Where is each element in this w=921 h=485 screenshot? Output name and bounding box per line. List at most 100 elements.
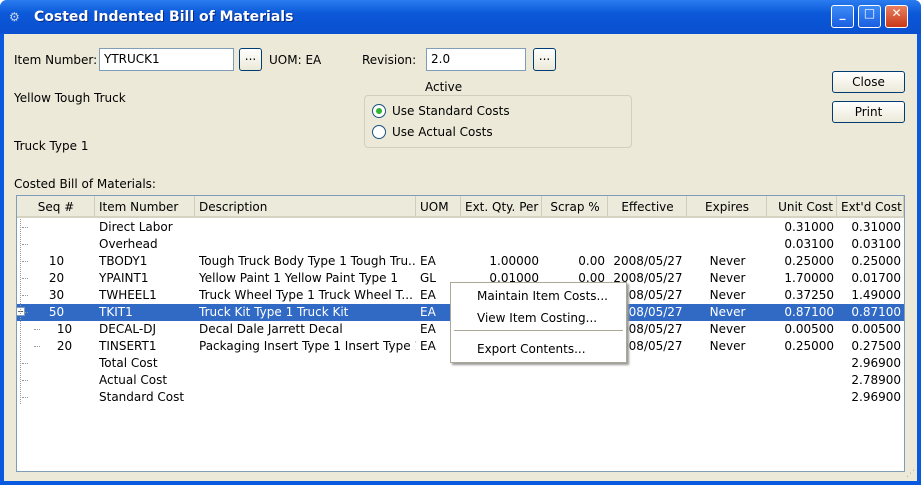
cell-unit-cost: 0.03100 <box>784 237 834 251</box>
tree-connector <box>22 227 28 228</box>
cell-extd-cost: 0.31000 <box>851 220 901 234</box>
cell-item-number: TKIT1 <box>99 305 133 319</box>
item-lookup-button[interactable]: ... <box>239 48 262 71</box>
cell-description: Truck Wheel Type 1 Truck Wheel T... <box>199 288 413 302</box>
resize-grip-icon[interactable]: ⋰ <box>906 469 915 479</box>
cell-expires: Never <box>709 254 746 268</box>
cell-scrap-pct: 0.00 <box>578 254 605 268</box>
cell-item-number: DECAL-DJ <box>99 322 156 336</box>
cell-extd-cost: 2.78900 <box>851 373 901 387</box>
revision-input[interactable]: 2.0 <box>426 48 526 71</box>
cell-extd-cost: 1.49000 <box>851 288 901 302</box>
uom-label: UOM: EA <box>269 53 322 67</box>
column-header-extd-cost[interactable]: Ext'd Cost <box>837 196 904 216</box>
column-header-description[interactable]: Description <box>195 196 416 216</box>
cell-extd-cost: 0.27500 <box>851 339 901 353</box>
item-number-label: Item Number: <box>14 53 98 67</box>
tree-connector <box>22 380 28 381</box>
item-number-input[interactable]: YTRUCK1 <box>99 48 234 71</box>
cell-expires: Never <box>709 322 746 336</box>
cell-expires: Never <box>709 288 746 302</box>
cell-extd-cost: 2.96900 <box>851 390 901 404</box>
column-header-effective[interactable]: Effective <box>608 196 687 216</box>
use-standard-costs-label[interactable]: Use Standard Costs <box>392 104 510 118</box>
list-header: Seq # Item Number Description UOM Ext. Qty. … <box>17 196 904 218</box>
context-menu: Maintain Item Costs... View Item Costing… <box>450 282 627 363</box>
cell-item-number: TWHEEL1 <box>99 288 157 302</box>
window-title: Costed Indented Bill of Materials <box>34 9 294 25</box>
cell-seq: 20 <box>56 339 73 353</box>
menu-item-view-item-costing[interactable]: View Item Costing... <box>477 311 597 325</box>
costed-bom-label: Costed Bill of Materials: <box>14 177 156 191</box>
cell-expires: Never <box>709 339 746 353</box>
item-description-1: Yellow Tough Truck <box>14 91 126 105</box>
active-label: Active <box>425 80 463 94</box>
cell-item-number: YPAINT1 <box>99 271 149 285</box>
cell-item-number: TINSERT1 <box>99 339 157 353</box>
column-header-scrap-pct[interactable]: Scrap % <box>542 196 608 216</box>
cell-extd-cost: 0.03100 <box>851 237 901 251</box>
cell-description: Packaging Insert Type 1 Insert Type 1 <box>199 339 416 353</box>
menu-separator <box>454 330 623 331</box>
print-button[interactable]: Print <box>832 101 905 123</box>
cell-description: Yellow Paint 1 Yellow Paint Type 1 <box>199 271 398 285</box>
cell-item-number: Overhead <box>99 237 158 251</box>
cell-unit-cost: 0.00500 <box>784 322 834 336</box>
use-actual-costs-label[interactable]: Use Actual Costs <box>392 125 493 139</box>
cell-expires: Never <box>709 271 746 285</box>
table-row[interactable]: Standard Cost 2.96900 <box>17 389 904 406</box>
title-bar[interactable]: ⚙ Costed Indented Bill of Materials _ □ … <box>0 0 921 34</box>
column-header-seq[interactable]: Seq # <box>17 196 95 216</box>
tree-connector <box>22 363 28 364</box>
cell-ext-qty-per: 1.00000 <box>489 254 539 268</box>
cell-unit-cost: 1.70000 <box>784 271 834 285</box>
column-header-unit-cost[interactable]: Unit Cost <box>767 196 837 216</box>
tree-connector <box>22 397 28 398</box>
column-header-ext-qty-per[interactable]: Ext. Qty. Per <box>461 196 542 216</box>
cell-description: Tough Truck Body Type 1 Tough Tru... <box>199 254 416 268</box>
table-row[interactable]: Direct Labor 0.31000 0.31000 <box>17 219 904 236</box>
cell-unit-cost: 0.87100 <box>784 305 834 319</box>
cell-item-number: Direct Labor <box>99 220 173 234</box>
cell-seq: 20 <box>48 271 65 285</box>
menu-item-export-contents[interactable]: Export Contents... <box>477 342 586 356</box>
dialog-body: Item Number: YTRUCK1 ... UOM: EA Revisio… <box>4 34 917 481</box>
table-row[interactable]: 10 TBODY1 Tough Truck Body Type 1 Tough Tr… <box>17 253 904 270</box>
cell-unit-cost: 0.25000 <box>784 254 834 268</box>
cell-description: Truck Kit Type 1 Truck Kit <box>199 305 349 319</box>
column-header-expires[interactable]: Expires <box>687 196 767 216</box>
use-actual-costs-radio[interactable] <box>372 125 386 139</box>
table-row[interactable]: Actual Cost 2.78900 <box>17 372 904 389</box>
close-button[interactable]: Close <box>832 71 905 93</box>
cell-unit-cost: 0.37250 <box>784 288 834 302</box>
cell-item-number: TBODY1 <box>99 254 148 268</box>
minimize-button[interactable]: _ <box>831 5 854 28</box>
cell-unit-cost: 0.25000 <box>784 339 834 353</box>
cell-item-number: Standard Cost <box>99 390 185 404</box>
cell-seq: 30 <box>48 288 65 302</box>
cell-description: Decal Dale Jarrett Decal <box>199 322 343 336</box>
use-standard-costs-radio[interactable] <box>372 104 386 118</box>
revision-label: Revision: <box>362 53 417 67</box>
cell-extd-cost: 0.01700 <box>851 271 901 285</box>
tree-line <box>20 219 21 404</box>
cell-extd-cost: 0.25000 <box>851 254 901 268</box>
item-description-2: Truck Type 1 <box>14 139 89 153</box>
tree-connector <box>22 244 28 245</box>
column-header-uom[interactable]: UOM <box>416 196 461 216</box>
maximize-button[interactable]: □ <box>858 5 881 28</box>
cell-seq: 10 <box>56 322 73 336</box>
table-row[interactable]: Overhead 0.03100 0.03100 <box>17 236 904 253</box>
cell-seq: 50 <box>48 305 65 319</box>
cell-extd-cost: 2.96900 <box>851 356 901 370</box>
cell-uom: EA <box>420 254 436 268</box>
cell-extd-cost: 0.87100 <box>851 305 901 319</box>
close-window-button[interactable]: ✕ <box>885 5 908 28</box>
revision-lookup-button[interactable]: ... <box>533 48 556 71</box>
menu-item-maintain-item-costs[interactable]: Maintain Item Costs... <box>477 289 608 303</box>
cell-extd-cost: 0.00500 <box>851 322 901 336</box>
column-header-item-number[interactable]: Item Number <box>95 196 195 216</box>
cell-item-number: Total Cost <box>99 356 158 370</box>
cell-expires: Never <box>709 305 746 319</box>
cost-mode-group: Use Standard Costs Use Actual Costs <box>364 95 632 148</box>
